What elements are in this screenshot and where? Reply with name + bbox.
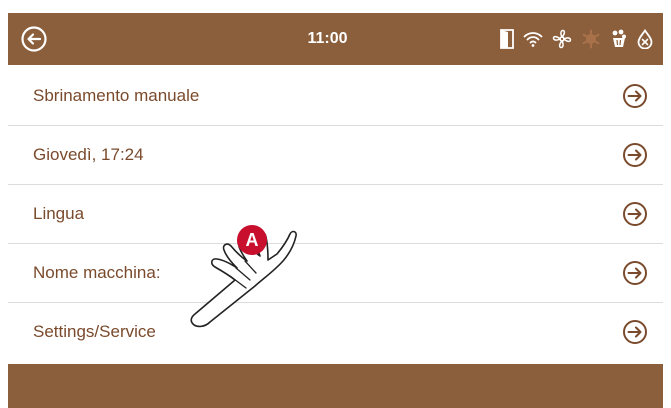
menu-item-label: Settings/Service <box>33 322 156 341</box>
arrow-right-icon[interactable] <box>622 201 648 227</box>
arrow-right-icon[interactable] <box>622 142 648 168</box>
menu-item-machine-name[interactable]: Nome macchina: <box>8 244 663 303</box>
arrow-right-icon[interactable] <box>622 260 648 286</box>
defrost-icon <box>582 29 600 49</box>
menu-item-settings-service[interactable]: Settings/Service <box>8 303 663 361</box>
pointing-hand-icon: A <box>190 225 297 328</box>
status-icons <box>500 27 653 51</box>
menu-item-manual-defrost[interactable]: Sbrinamento manuale <box>8 67 663 126</box>
door-icon <box>500 29 514 49</box>
arrow-right-icon[interactable] <box>622 319 648 345</box>
fan-icon <box>552 29 572 49</box>
wifi-icon <box>523 32 543 47</box>
menu-item-label: Giovedì, 17:24 <box>33 145 144 164</box>
menu-item-label: Nome macchina: <box>33 263 161 282</box>
arrow-right-icon[interactable] <box>622 83 648 109</box>
bottom-bar <box>8 364 663 408</box>
water-drop-icon <box>637 29 653 49</box>
top-status-bar: 11:00 <box>8 13 663 65</box>
menu-item-label: Sbrinamento manuale <box>33 86 200 105</box>
cleaning-icon <box>612 29 626 47</box>
menu-item-date-time[interactable]: Giovedì, 17:24 <box>8 126 663 185</box>
menu-item-label: Lingua <box>33 204 85 223</box>
menu-item-language[interactable]: Lingua <box>8 185 663 244</box>
callout-letter: A <box>246 230 259 250</box>
settings-menu: Sbrinamento manuale Giovedì, 17:24 Lingu… <box>8 67 663 361</box>
